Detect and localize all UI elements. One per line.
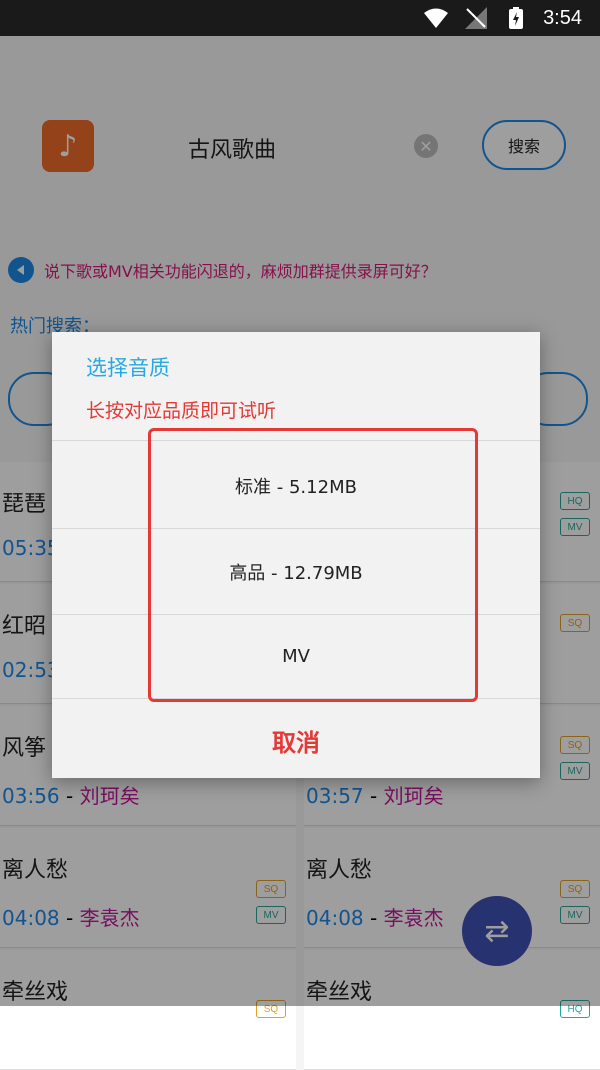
divider: [52, 698, 540, 699]
divider: [52, 528, 540, 529]
no-signal-icon: [463, 7, 489, 29]
battery-charging-icon: [503, 7, 529, 29]
quality-option-standard[interactable]: 标准 - 5.12MB: [52, 444, 540, 528]
cancel-button[interactable]: 取消: [52, 702, 540, 778]
quality-option-mv[interactable]: MV: [52, 614, 540, 698]
dialog-title: 选择音质: [86, 356, 170, 380]
wifi-icon: [423, 7, 449, 29]
status-bar: 3:54: [0, 0, 600, 36]
divider: [52, 440, 540, 441]
dialog-subtitle: 长按对应品质即可试听: [86, 400, 277, 422]
quality-dialog: 选择音质 长按对应品质即可试听 标准 - 5.12MB 高品 - 12.79MB…: [52, 332, 540, 778]
quality-option-high[interactable]: 高品 - 12.79MB: [52, 530, 540, 614]
clock: 3:54: [543, 6, 582, 29]
